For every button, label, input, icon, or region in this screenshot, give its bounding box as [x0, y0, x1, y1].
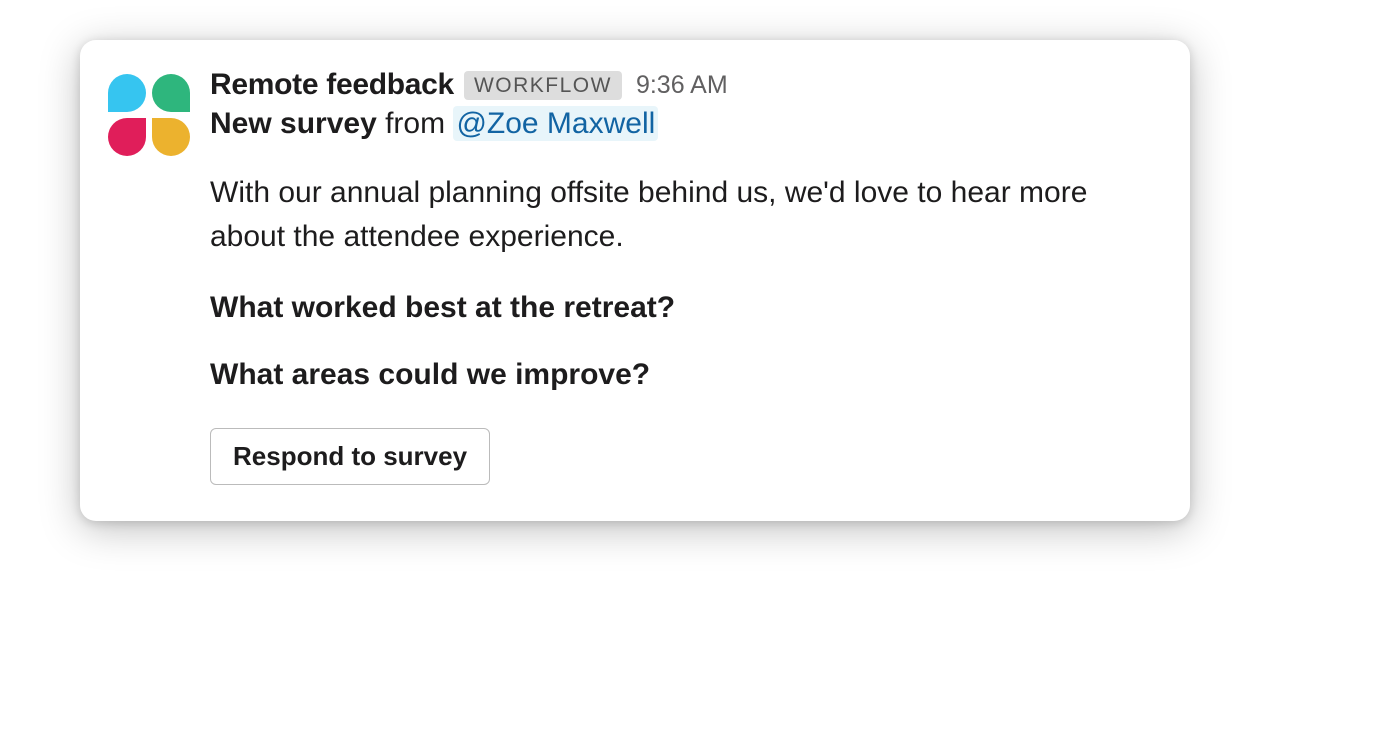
survey-title-line: New survey from @Zoe Maxwell	[210, 104, 1154, 143]
petal-icon	[152, 118, 190, 156]
question-1: What worked best at the retreat?	[210, 288, 1154, 327]
petal-icon	[152, 74, 190, 112]
message-body: With our annual planning offsite behind …	[210, 171, 1154, 258]
survey-from-text: from	[377, 107, 454, 140]
workflow-badge: WORKFLOW	[464, 71, 622, 100]
user-mention[interactable]: @Zoe Maxwell	[453, 106, 658, 141]
message-header: Remote feedback WORKFLOW 9:36 AM	[210, 68, 1154, 102]
survey-label: New survey	[210, 107, 377, 140]
respond-button[interactable]: Respond to survey	[210, 428, 490, 485]
message-content: Remote feedback WORKFLOW 9:36 AM New sur…	[210, 68, 1154, 485]
workflow-avatar-icon	[108, 74, 190, 156]
petal-icon	[108, 118, 146, 156]
sender-name[interactable]: Remote feedback	[210, 68, 454, 102]
timestamp[interactable]: 9:36 AM	[636, 71, 728, 100]
petal-icon	[108, 74, 146, 112]
question-2: What areas could we improve?	[210, 355, 1154, 394]
message-card: Remote feedback WORKFLOW 9:36 AM New sur…	[80, 40, 1190, 521]
